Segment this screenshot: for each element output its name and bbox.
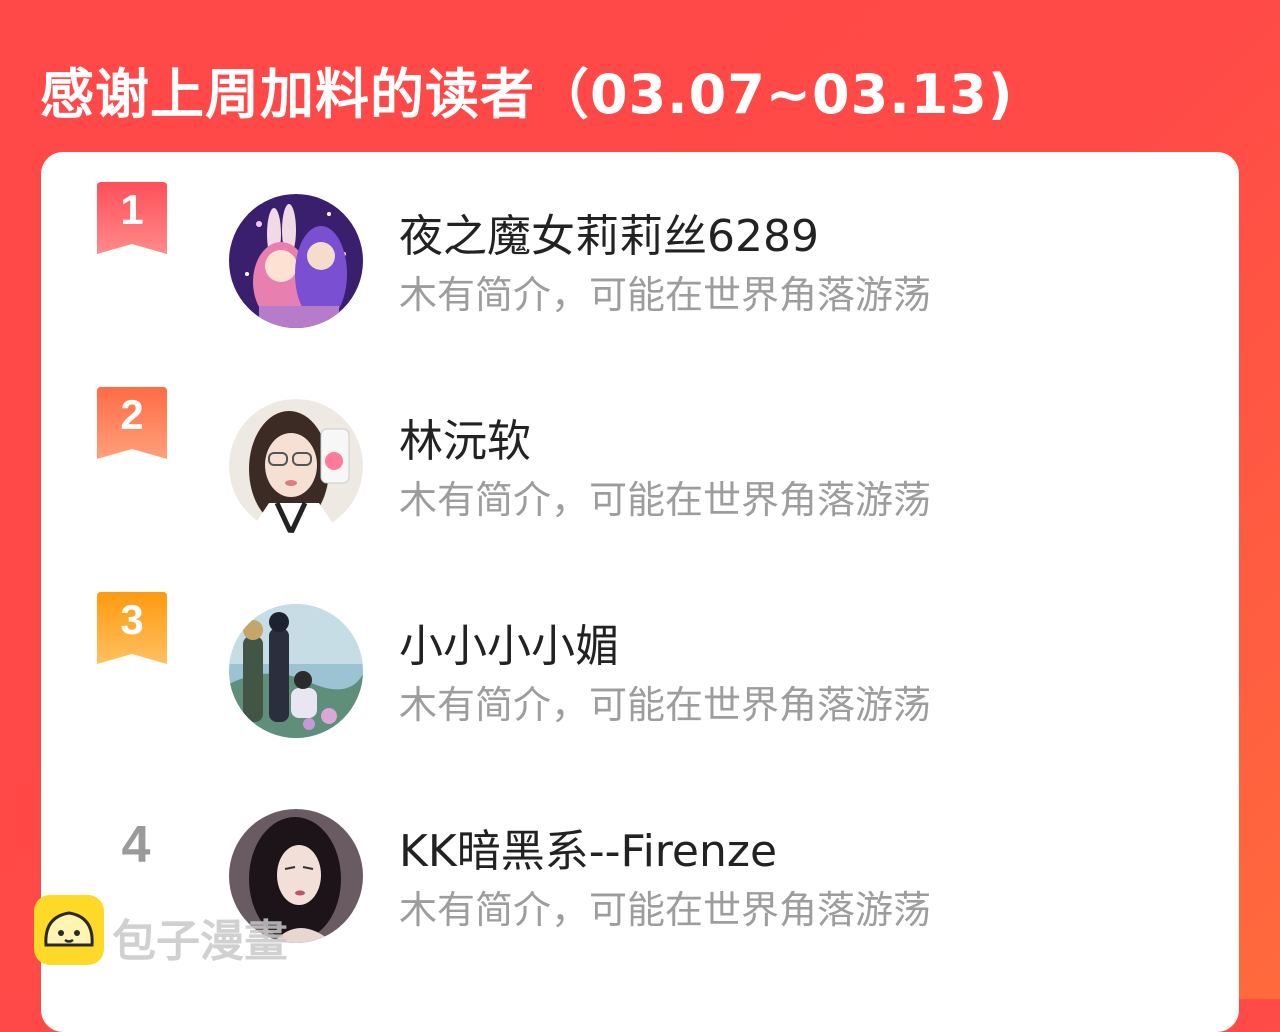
avatar[interactable] bbox=[229, 604, 363, 738]
list-item[interactable]: 3 小小小小媚 木有简介，可能在世界角落游荡 bbox=[41, 562, 1239, 738]
rank-ribbon-icon: 2 bbox=[97, 387, 169, 463]
reader-name[interactable]: 小小小小媚 bbox=[399, 610, 619, 674]
list-item[interactable]: 2 林沅软 木有简介，可能在世界角落游荡 bbox=[41, 357, 1239, 533]
rank-number: 4 bbox=[121, 816, 151, 874]
watermark-text: 包子漫畫 bbox=[112, 916, 288, 967]
reader-bio: 木有简介，可能在世界角落游荡 bbox=[399, 888, 932, 932]
reader-bio: 木有简介，可能在世界角落游荡 bbox=[399, 683, 932, 727]
rank-ribbon-icon: 3 bbox=[97, 592, 169, 668]
list-item[interactable]: 1 夜之魔女莉莉丝6289 木有简介，可能在世界角落游荡 bbox=[41, 152, 1239, 328]
reader-name[interactable]: 林沅软 bbox=[399, 405, 531, 469]
bun-face-icon bbox=[34, 895, 104, 965]
reader-bio: 木有简介，可能在世界角落游荡 bbox=[399, 273, 932, 317]
avatar[interactable] bbox=[229, 194, 363, 328]
reader-name[interactable]: KK暗黑系--Firenze bbox=[399, 815, 777, 879]
rank-ribbon-icon: 1 bbox=[97, 182, 169, 258]
rank-number: 3 bbox=[120, 596, 144, 643]
reader-bio: 木有简介，可能在世界角落游荡 bbox=[399, 478, 932, 522]
avatar[interactable] bbox=[229, 399, 363, 533]
reader-name[interactable]: 夜之魔女莉莉丝6289 bbox=[399, 200, 819, 264]
rank-number: 1 bbox=[120, 186, 144, 233]
rank-number: 2 bbox=[120, 391, 144, 438]
watermark: 包子漫畫 bbox=[34, 895, 324, 967]
page-title: 感谢上周加料的读者（03.07~03.13) bbox=[40, 63, 1014, 126]
